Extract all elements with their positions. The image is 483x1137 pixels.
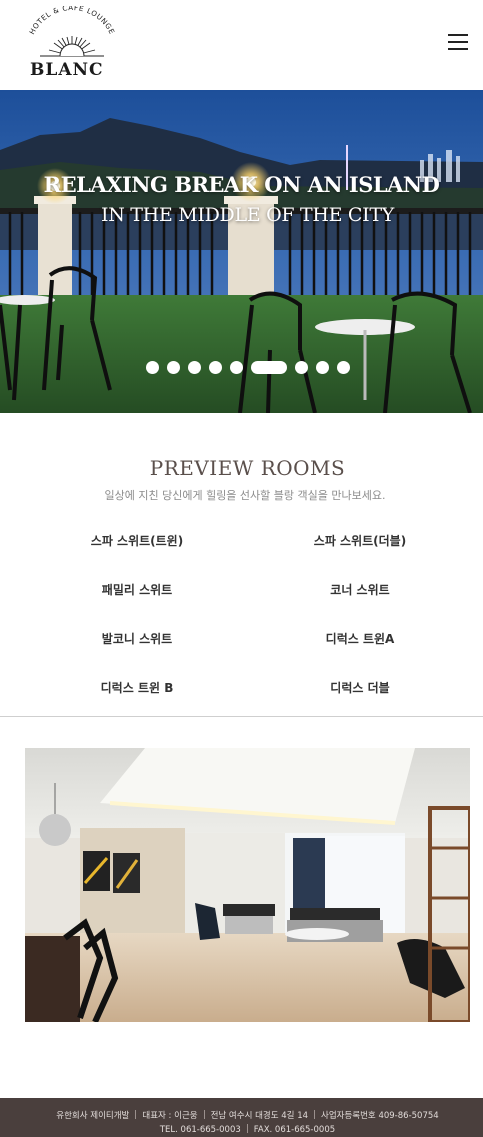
logo-sunburst-icon: HOTEL & CAFE LOUNGE [27, 3, 116, 57]
hero-subheadline: IN THE MIDDLE OF THE CITY [101, 204, 394, 226]
footer-company: 유한회사 제이티개발 [56, 1111, 130, 1121]
svg-text:HOTEL & CAFE LOUNGE: HOTEL & CAFE LOUNGE [27, 6, 116, 36]
site-footer: 유한회사 제이티개발 대표자 : 이근웅 전남 여수시 대경도 4길 14 사업자등록… [0, 1098, 483, 1137]
slider-dot[interactable] [146, 360, 159, 374]
slider-pagination [146, 360, 350, 374]
slider-dot[interactable] [209, 360, 222, 374]
room-link-deluxe-double[interactable]: 디럭스 더블 [270, 679, 450, 696]
room-link-spa-suite-twin[interactable]: 스파 스위트(트윈) [47, 532, 227, 549]
room-link-corner-suite[interactable]: 코너 스위트 [270, 581, 450, 598]
slider-dot[interactable] [316, 360, 329, 374]
slider-dot[interactable] [188, 360, 201, 374]
site-header: HOTEL & CAFE LOUNGE BLANC [0, 0, 483, 90]
hero-headline: RELAXING BREAK ON AN ISLAND [43, 172, 440, 197]
preview-rooms-title: PREVIEW ROOMS [149, 456, 346, 480]
logo-name: BLANC [30, 60, 104, 80]
slider-dot[interactable] [167, 360, 180, 374]
room-link-deluxe-twin-a[interactable]: 디럭스 트윈A [270, 630, 450, 647]
room-link-balcony-suite[interactable]: 발코니 스위트 [47, 630, 227, 647]
room-link-deluxe-twin-b[interactable]: 디럭스 트윈 B [47, 679, 227, 696]
preview-rooms-subtitle: 일상에 지친 당신에게 힐링을 선사할 블랑 객실을 만나보세요. [104, 489, 386, 502]
footer-business-no: 사업자등록번호 409-86-50754 [321, 1111, 439, 1121]
logo-arc-text: HOTEL & CAFE LOUNGE [27, 3, 116, 36]
section-divider [0, 716, 483, 717]
footer-contact-row: TEL. 061-665-0003 FAX. 061-665-0005 [0, 1124, 483, 1135]
room-link-family-suite[interactable]: 패밀리 스위트 [47, 581, 227, 598]
footer-tel: TEL. 061-665-0003 [159, 1125, 241, 1135]
slider-dot[interactable] [295, 360, 308, 374]
hamburger-menu-icon[interactable] [448, 34, 472, 52]
footer-ceo: 대표자 : 이근웅 [142, 1111, 198, 1121]
footer-fax: FAX. 061-665-0005 [253, 1125, 336, 1135]
hero-slider[interactable]: RELAXING BREAK ON AN ISLAND IN THE MIDDL… [0, 90, 483, 413]
room-preview-image [25, 748, 470, 1022]
footer-address: 전남 여수시 대경도 4길 14 [210, 1111, 309, 1121]
slider-dot[interactable] [230, 360, 243, 374]
footer-info-row: 유한회사 제이티개발 대표자 : 이근웅 전남 여수시 대경도 4길 14 사업자등록… [0, 1109, 483, 1121]
room-link-spa-suite-double[interactable]: 스파 스위트(더블) [270, 532, 450, 549]
slider-dot[interactable] [337, 360, 350, 374]
slider-dot-active[interactable] [251, 360, 287, 374]
